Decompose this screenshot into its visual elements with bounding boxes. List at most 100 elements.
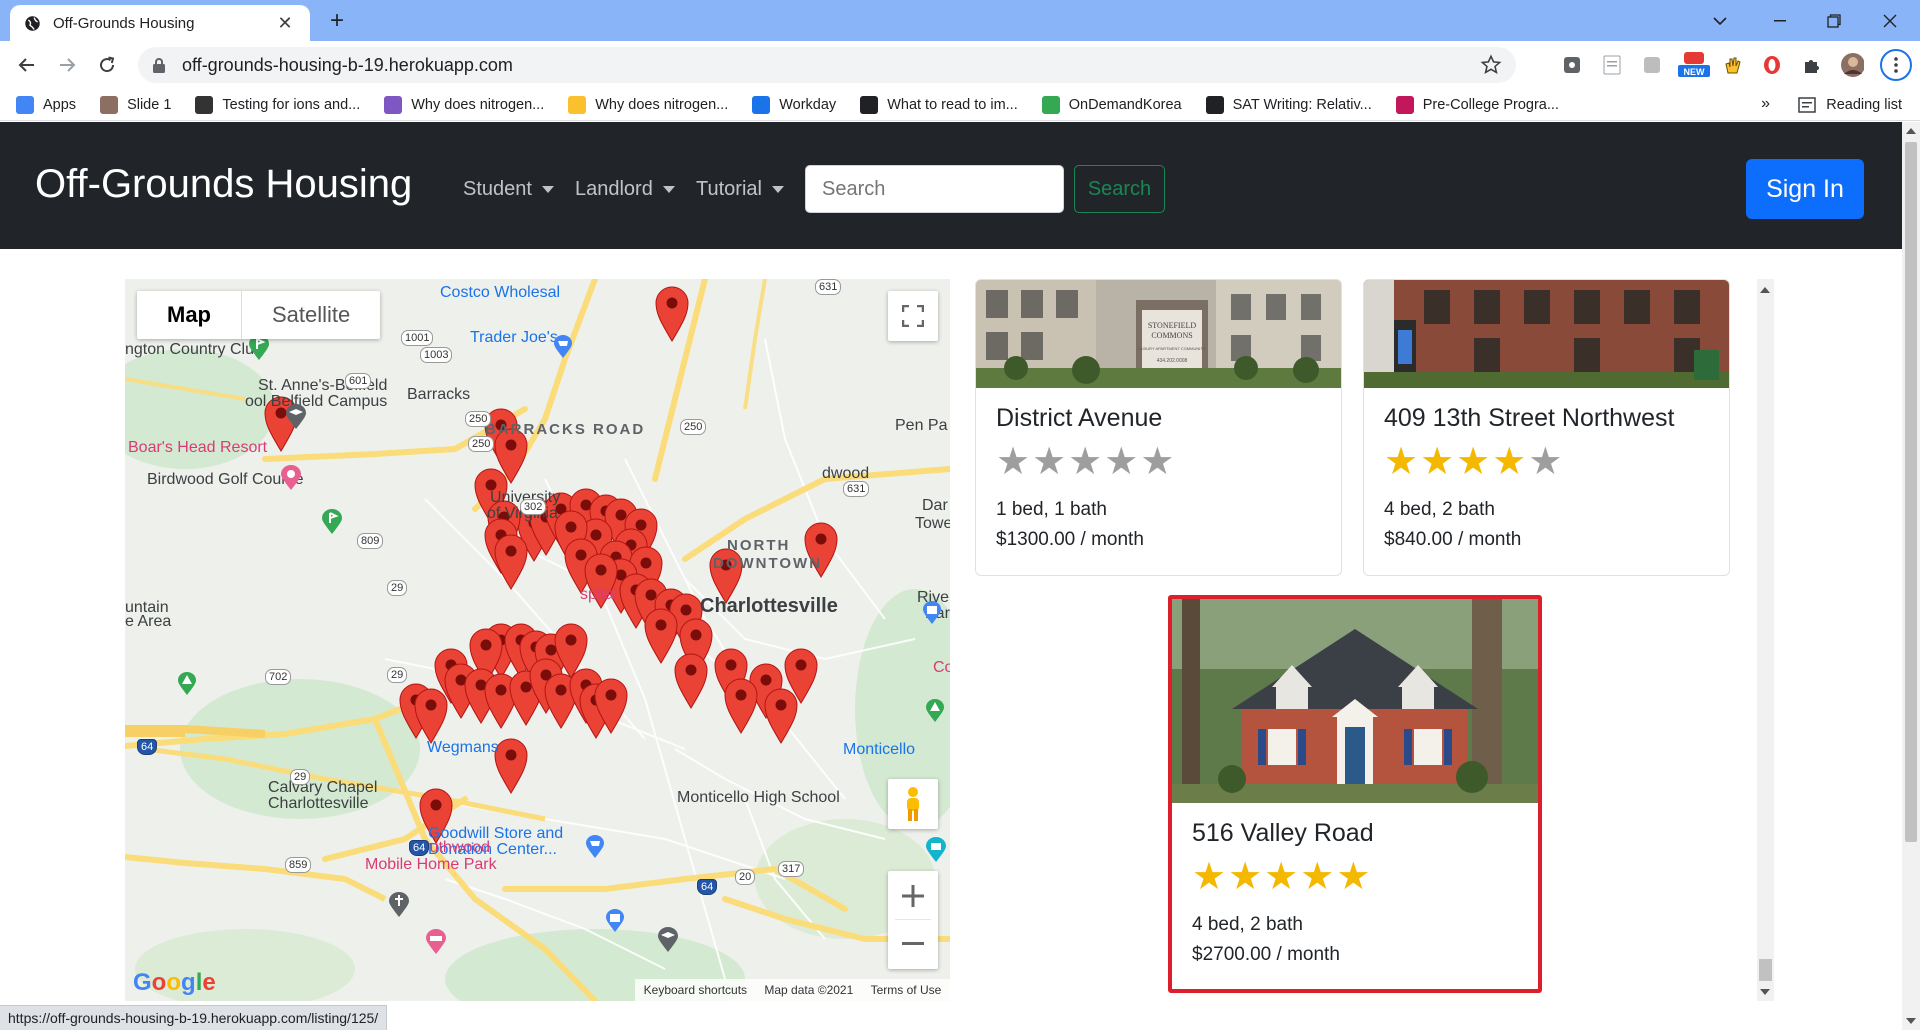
- shopping-bag-poi-icon[interactable]: [605, 909, 625, 933]
- opera-extension-icon[interactable]: [1760, 53, 1784, 77]
- zoom-out-minus-icon[interactable]: [902, 920, 924, 968]
- map-place-label[interactable]: Towe: [915, 515, 950, 533]
- listing-map-pin-icon[interactable]: [494, 738, 528, 794]
- new-badge-extension-icon[interactable]: NEW: [1678, 52, 1710, 77]
- map-place-label[interactable]: Trader Joe's: [470, 329, 558, 347]
- bookmark-item[interactable]: What to read to im...: [860, 95, 1018, 114]
- bookmark-item[interactable]: Why does nitrogen...: [568, 95, 728, 114]
- bookmark-item[interactable]: Slide 1: [100, 95, 171, 114]
- shopping-bag-poi-icon[interactable]: [922, 601, 942, 625]
- street-view-pegman-icon[interactable]: [888, 779, 938, 829]
- listings-scrollbar[interactable]: [1757, 279, 1774, 1001]
- scroll-up-arrow-icon[interactable]: [1906, 128, 1916, 134]
- keyboard-shortcuts-link[interactable]: Keyboard shortcuts: [644, 983, 747, 997]
- bookmark-item[interactable]: Pre-College Progra...: [1395, 95, 1559, 114]
- listings-map[interactable]: Costco Wholesal Trader Joe's ngton Country…: [125, 279, 950, 1001]
- map-place-label[interactable]: Monticello High School: [677, 789, 840, 807]
- nav-student-dropdown[interactable]: Student: [463, 178, 554, 201]
- nav-landlord-dropdown[interactable]: Landlord: [575, 178, 675, 201]
- page-scrollbar-thumb[interactable]: [1905, 142, 1917, 842]
- bookmark-item[interactable]: Apps: [16, 95, 76, 114]
- listing-card-highlighted[interactable]: 516 Valley Road ★ ★ ★ ★ ★ 4 bed, 2 bath $270…: [1168, 595, 1542, 993]
- scroll-up-arrow-icon[interactable]: [1760, 287, 1770, 293]
- bookmark-item[interactable]: Why does nitrogen...: [384, 95, 544, 114]
- close-tab-icon[interactable]: ✕: [274, 13, 296, 34]
- listing-map-pin-icon[interactable]: [414, 688, 448, 744]
- bookmark-item[interactable]: Workday: [752, 95, 836, 114]
- nav-tutorial-dropdown[interactable]: Tutorial: [696, 178, 784, 201]
- map-place-label[interactable]: DOWNTOWN: [713, 555, 822, 572]
- map-place-label[interactable]: Co: [933, 659, 950, 677]
- sign-in-button[interactable]: Sign In: [1746, 159, 1864, 219]
- search-input[interactable]: [805, 165, 1064, 213]
- school-poi-icon[interactable]: [657, 927, 679, 953]
- google-logo[interactable]: Google: [133, 969, 216, 997]
- listings-scrollbar-thumb[interactable]: [1759, 959, 1772, 981]
- address-bar[interactable]: off-grounds-housing-b-19.herokuapp.com: [138, 47, 1516, 83]
- terms-of-use-link[interactable]: Terms of Use: [871, 983, 942, 997]
- listing-photo[interactable]: [1172, 599, 1538, 803]
- map-place-label[interactable]: ool Belfield Campus: [245, 393, 387, 411]
- map-place-label[interactable]: spital: [580, 586, 617, 604]
- listing-title[interactable]: 516 Valley Road: [1192, 819, 1518, 848]
- profile-avatar[interactable]: [1840, 53, 1864, 77]
- bookmark-item[interactable]: SAT Writing: Relativ...: [1205, 95, 1372, 114]
- puzzle-icon[interactable]: [1800, 53, 1824, 77]
- map-place-label[interactable]: NORTH: [727, 537, 790, 554]
- map-place-label[interactable]: ngton Country Club: [125, 341, 263, 359]
- map-place-label[interactable]: Monticello: [843, 741, 915, 759]
- new-tab-icon[interactable]: +: [322, 7, 352, 37]
- map-type-satellite-button[interactable]: Satellite: [242, 291, 380, 339]
- listing-map-pin-icon[interactable]: [655, 286, 689, 342]
- map-place-label[interactable]: Boar's Head Resort: [128, 439, 267, 457]
- listing-photo[interactable]: STONEFIELD COMMONS LUXURY APARTMENT COMM…: [976, 280, 1341, 388]
- search-button[interactable]: Search: [1074, 165, 1165, 213]
- lodging-poi-icon[interactable]: [425, 929, 447, 955]
- minimize-icon[interactable]: [1752, 0, 1808, 41]
- forward-arrow-icon[interactable]: [51, 49, 83, 81]
- hand-extension-icon[interactable]: [1720, 53, 1744, 77]
- map-place-label[interactable]: Charlottesville: [268, 795, 368, 813]
- menu-kebab-icon[interactable]: [1880, 49, 1912, 81]
- more-bookmarks-chevron-icon[interactable]: »: [1761, 95, 1770, 113]
- reading-list-button[interactable]: Reading list: [1798, 89, 1902, 121]
- listing-map-pin-icon[interactable]: [674, 653, 708, 709]
- map-place-label[interactable]: BARRACKS ROAD: [485, 421, 645, 438]
- church-poi-icon[interactable]: [388, 892, 410, 918]
- map-place-label[interactable]: Barracks: [407, 386, 470, 404]
- park-poi-icon[interactable]: [925, 699, 945, 723]
- document-extension-icon[interactable]: [1600, 53, 1624, 77]
- back-arrow-icon[interactable]: [11, 49, 43, 81]
- map-type-map-button[interactable]: Map: [137, 291, 242, 339]
- listing-map-pin-icon[interactable]: [724, 678, 758, 734]
- listing-title[interactable]: District Avenue: [996, 404, 1321, 433]
- site-brand[interactable]: Off-Grounds Housing: [35, 162, 412, 207]
- tab-search-icon[interactable]: [1692, 0, 1748, 41]
- scroll-down-arrow-icon[interactable]: [1906, 1018, 1916, 1024]
- listing-map-pin-icon[interactable]: [644, 608, 678, 664]
- zoom-in-plus-icon[interactable]: [895, 872, 931, 920]
- bookmark-item[interactable]: Testing for ions and...: [195, 95, 360, 114]
- shopping-cart-poi-icon[interactable]: [585, 835, 605, 859]
- fullscreen-icon[interactable]: [888, 291, 938, 341]
- map-place-label[interactable]: Mobile Home Park: [365, 856, 497, 874]
- map-place-label[interactable]: e Area: [125, 613, 171, 631]
- map-place-label[interactable]: Costco Wholesal: [440, 284, 560, 302]
- listing-card[interactable]: STONEFIELD COMMONS LUXURY APARTMENT COMM…: [975, 279, 1342, 576]
- map-place-label[interactable]: Dar: [922, 497, 948, 515]
- close-window-icon[interactable]: [1862, 0, 1918, 41]
- map-place-label[interactable]: Charlottesville: [700, 595, 838, 618]
- landmark-poi-icon[interactable]: [925, 837, 947, 863]
- map-place-label[interactable]: Pen Pa: [895, 417, 947, 435]
- browser-tab[interactable]: Off-Grounds Housing ✕: [10, 5, 310, 41]
- bookmark-item[interactable]: OnDemandKorea: [1041, 95, 1182, 114]
- shopping-cart-poi-icon[interactable]: [553, 335, 573, 359]
- golf-poi-icon[interactable]: [321, 509, 343, 535]
- grey-extension-icon[interactable]: [1640, 53, 1664, 77]
- page-scrollbar[interactable]: [1902, 122, 1920, 1030]
- reload-icon[interactable]: [91, 49, 123, 81]
- listing-map-pin-icon[interactable]: [764, 688, 798, 744]
- school-poi-icon[interactable]: [285, 404, 307, 430]
- listing-map-pin-icon[interactable]: [494, 534, 528, 590]
- resort-poi-icon[interactable]: [280, 465, 302, 491]
